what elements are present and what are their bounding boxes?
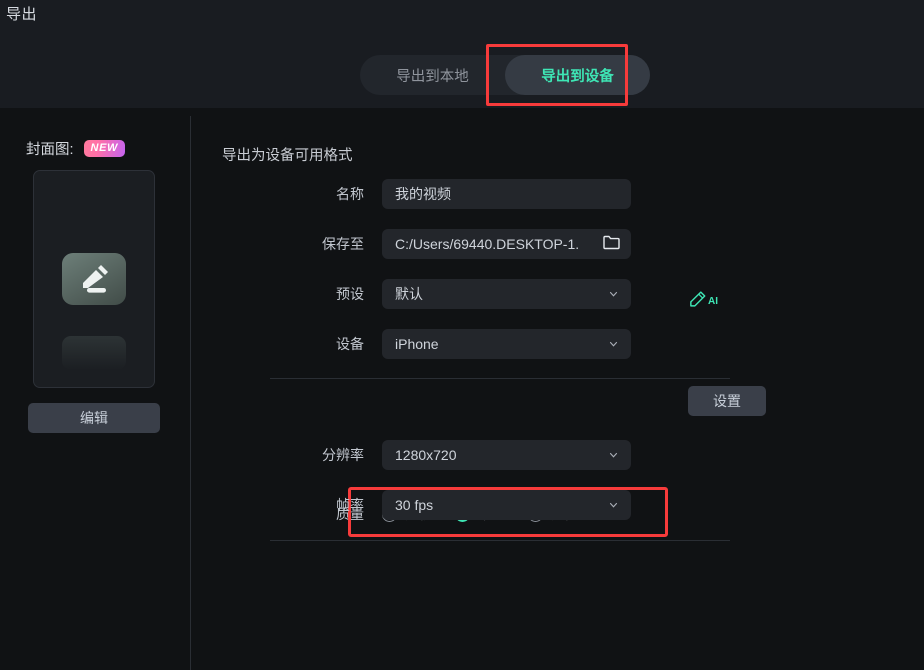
resolution-label: 分辨率 [322, 447, 364, 463]
device-select[interactable]: iPhone [382, 329, 631, 359]
page-title: 导出 [6, 6, 38, 23]
row-save-to: 保存至 C:/Users/69440.DESKTOP-1. [222, 229, 631, 259]
tab-export-local[interactable]: 导出到本地 [360, 55, 505, 95]
framerate-value: 30 fps [395, 497, 434, 513]
tab-export-device[interactable]: 导出到设备 [505, 55, 650, 95]
preset-label: 预设 [336, 286, 364, 302]
edit-cover-button[interactable]: 编辑 [28, 403, 160, 433]
device-label: 设备 [336, 336, 364, 352]
section-divider-bottom [270, 540, 730, 541]
ai-label: AI [708, 296, 718, 307]
ai-rename-icon[interactable]: AI [688, 290, 718, 309]
cover-label: 封面图: [26, 142, 74, 158]
export-target-tabs: 导出到本地 导出到设备 [360, 55, 650, 95]
tab-export-local-label: 导出到本地 [396, 68, 469, 85]
cover-header: 封面图: NEW [26, 138, 125, 159]
row-framerate: 帧率 30 fps [222, 490, 631, 520]
folder-glyph [603, 235, 620, 250]
section-divider-top [270, 378, 730, 379]
dialog-header: 导出 导出到本地 导出到设备 [0, 0, 924, 108]
save-to-label: 保存至 [322, 236, 364, 252]
framerate-label: 帧率 [336, 497, 364, 513]
tab-export-device-label: 导出到设备 [541, 68, 614, 85]
cover-thumbnail[interactable] [33, 170, 155, 388]
thumbnail-reflection [62, 336, 126, 370]
preset-select[interactable]: 默认 [382, 279, 631, 309]
preset-settings-button[interactable]: 设置 [688, 386, 766, 416]
row-preset: 预设 默认 [222, 279, 631, 309]
resolution-value: 1280x720 [395, 447, 457, 463]
chevron-down-icon [609, 341, 618, 347]
name-input[interactable]: 我的视频 [382, 179, 631, 209]
chevron-down-icon [609, 291, 618, 297]
row-device: 设备 iPhone [222, 329, 631, 359]
device-value: iPhone [395, 336, 439, 352]
preset-value: 默认 [395, 286, 423, 302]
pencil-glyph [83, 265, 108, 293]
form-title: 导出为设备可用格式 [222, 148, 353, 164]
chevron-down-icon [609, 452, 618, 458]
save-to-value: C:/Users/69440.DESKTOP-1. [395, 236, 580, 252]
chevron-down-icon [609, 502, 618, 508]
row-name: 名称 我的视频 [222, 179, 631, 209]
framerate-select[interactable]: 30 fps [382, 490, 631, 520]
pencil-icon [62, 253, 126, 305]
panel-divider [190, 116, 191, 670]
new-badge: NEW [83, 139, 125, 158]
folder-icon[interactable] [603, 235, 620, 253]
row-resolution: 分辨率 1280x720 [222, 440, 631, 470]
resolution-select[interactable]: 1280x720 [382, 440, 631, 470]
dialog-body: 封面图: NEW 编辑 导出为设备可用格式 名称 我的视频 AI 保存至 C:/… [0, 108, 924, 670]
name-label: 名称 [336, 186, 364, 202]
ai-pencil-glyph [690, 291, 706, 307]
save-to-input[interactable]: C:/Users/69440.DESKTOP-1. [382, 229, 631, 259]
export-dialog: 导出 导出到本地 导出到设备 封面图: NEW 编辑 导出为设备可用格式 名称 … [0, 0, 924, 670]
